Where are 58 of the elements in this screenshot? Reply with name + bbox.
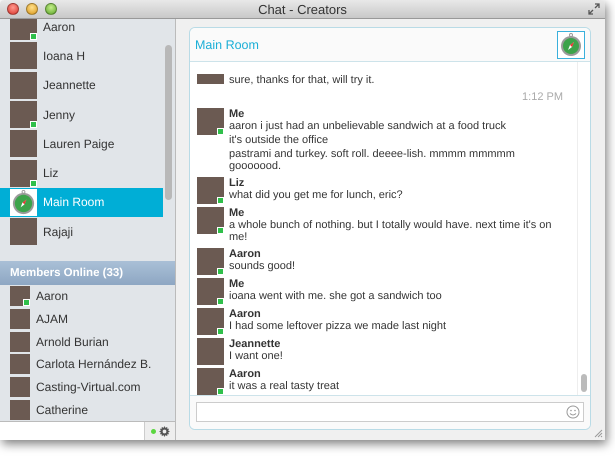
contact-item[interactable]: Aaron — [0, 19, 163, 42]
scrollbar[interactable] — [577, 62, 590, 395]
contact-item[interactable]: Lauren Paige — [0, 129, 163, 158]
status-badge-icon — [217, 227, 224, 234]
member-item[interactable]: AJAM — [0, 308, 175, 330]
smiley-icon[interactable] — [566, 405, 580, 419]
message-text: sure, thanks for that, will try it. — [229, 74, 376, 86]
message-text: a whole bunch of nothing. but I totally would have. next time it's on me! — [229, 219, 553, 243]
message-text: aaron i just had an unbelievable sandwich at a food truck — [229, 120, 508, 132]
status-badge-icon — [30, 121, 37, 128]
sender-name: Liz — [229, 177, 246, 189]
member-item[interactable]: Carlota Hernández B. — [0, 353, 175, 376]
sender-name: Aaron — [229, 248, 262, 260]
close-button[interactable] — [7, 3, 19, 15]
sender-name: Aaron — [229, 368, 262, 380]
contact-item[interactable]: Ioana H — [0, 41, 163, 71]
sender-name: Aaron — [229, 308, 262, 320]
settings-icon[interactable] — [158, 426, 170, 436]
status-badge-icon — [30, 180, 37, 187]
avatar-photo-placeholder — [197, 74, 224, 84]
room-title: Main Room — [195, 38, 259, 52]
sender-name: Me — [229, 108, 246, 120]
timestamp: 1:12 PM — [521, 90, 564, 105]
message-text: it was a real tasty treat — [229, 380, 340, 392]
message-text: what did you get me for lunch, eric? — [229, 189, 404, 201]
compass-icon — [10, 188, 37, 216]
status-badge-icon — [30, 33, 37, 40]
status-badge-icon — [217, 328, 224, 335]
message-input-field[interactable] — [196, 402, 584, 422]
members-online-header: Members Online (33) — [0, 261, 175, 285]
message-text: sounds good! — [229, 260, 296, 272]
zoom-button[interactable] — [45, 3, 57, 15]
status-badge-icon — [217, 128, 224, 135]
status-badge-icon — [23, 299, 30, 306]
fullscreen-icon[interactable] — [588, 3, 600, 15]
minimize-button[interactable] — [26, 3, 38, 15]
window-title: Chat - Creators — [257, 2, 348, 16]
resize-grip-icon[interactable] — [594, 429, 603, 438]
contact-item[interactable]: Liz — [0, 158, 163, 188]
status-badge-icon — [217, 197, 224, 204]
status-badge-icon — [217, 268, 224, 275]
message-text: it's outside the office — [229, 134, 330, 146]
contact-item[interactable]: Rajaji — [0, 217, 163, 246]
status-badge-icon — [217, 298, 224, 305]
member-item[interactable]: Catherine — [0, 398, 175, 421]
member-item[interactable]: Casting-Virtual.com — [0, 376, 175, 398]
member-item[interactable]: Arnold Burian — [0, 330, 175, 354]
sender-name: Jeannette — [229, 338, 282, 350]
sender-name: Me — [229, 207, 246, 219]
contact-item[interactable]: Jenny — [0, 100, 163, 130]
message-text: pastrami and turkey. soft roll. deeee-lish. mmmm mmmmm gooooood. — [229, 148, 516, 172]
message-text: I want one! — [229, 350, 284, 362]
compass-icon[interactable] — [557, 30, 585, 58]
sender-name: Me — [229, 278, 246, 290]
member-item[interactable]: Aaron — [0, 285, 175, 308]
message-text: ioana went with me. she got a sandwich too — [229, 290, 443, 302]
message-text: I had some leftover pizza we made last night — [229, 320, 448, 332]
contact-item[interactable]: Jeannette — [0, 70, 163, 100]
